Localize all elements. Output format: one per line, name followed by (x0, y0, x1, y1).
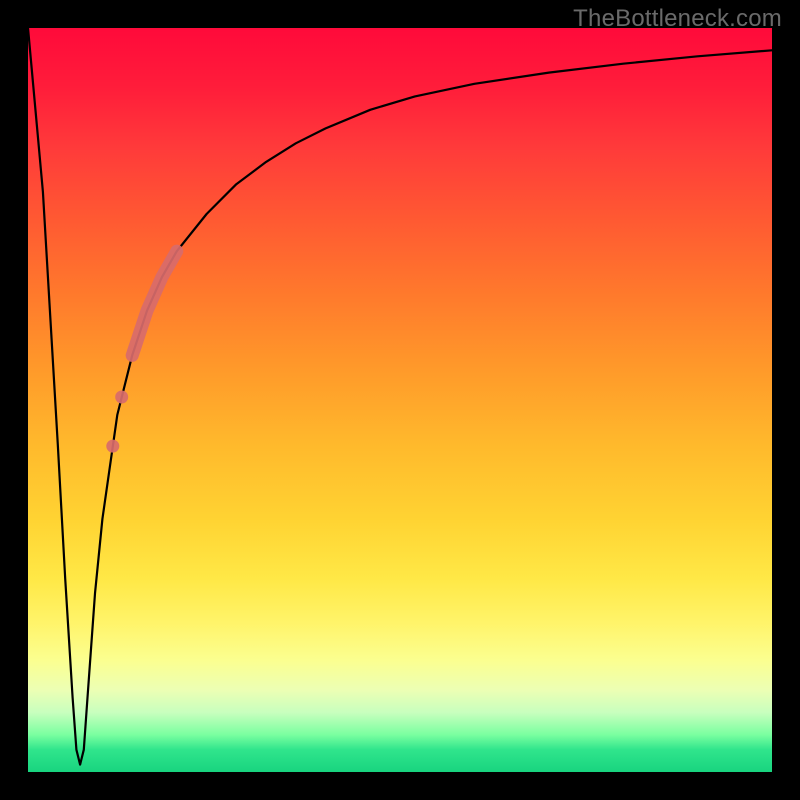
highlight-band (132, 251, 177, 355)
watermark-text: TheBottleneck.com (573, 5, 782, 33)
highlight-dot (115, 391, 128, 404)
bottleneck-curve (28, 28, 772, 765)
chart-frame: TheBottleneck.com (0, 0, 800, 800)
highlight-dot (106, 440, 119, 453)
chart-overlay (28, 28, 772, 772)
